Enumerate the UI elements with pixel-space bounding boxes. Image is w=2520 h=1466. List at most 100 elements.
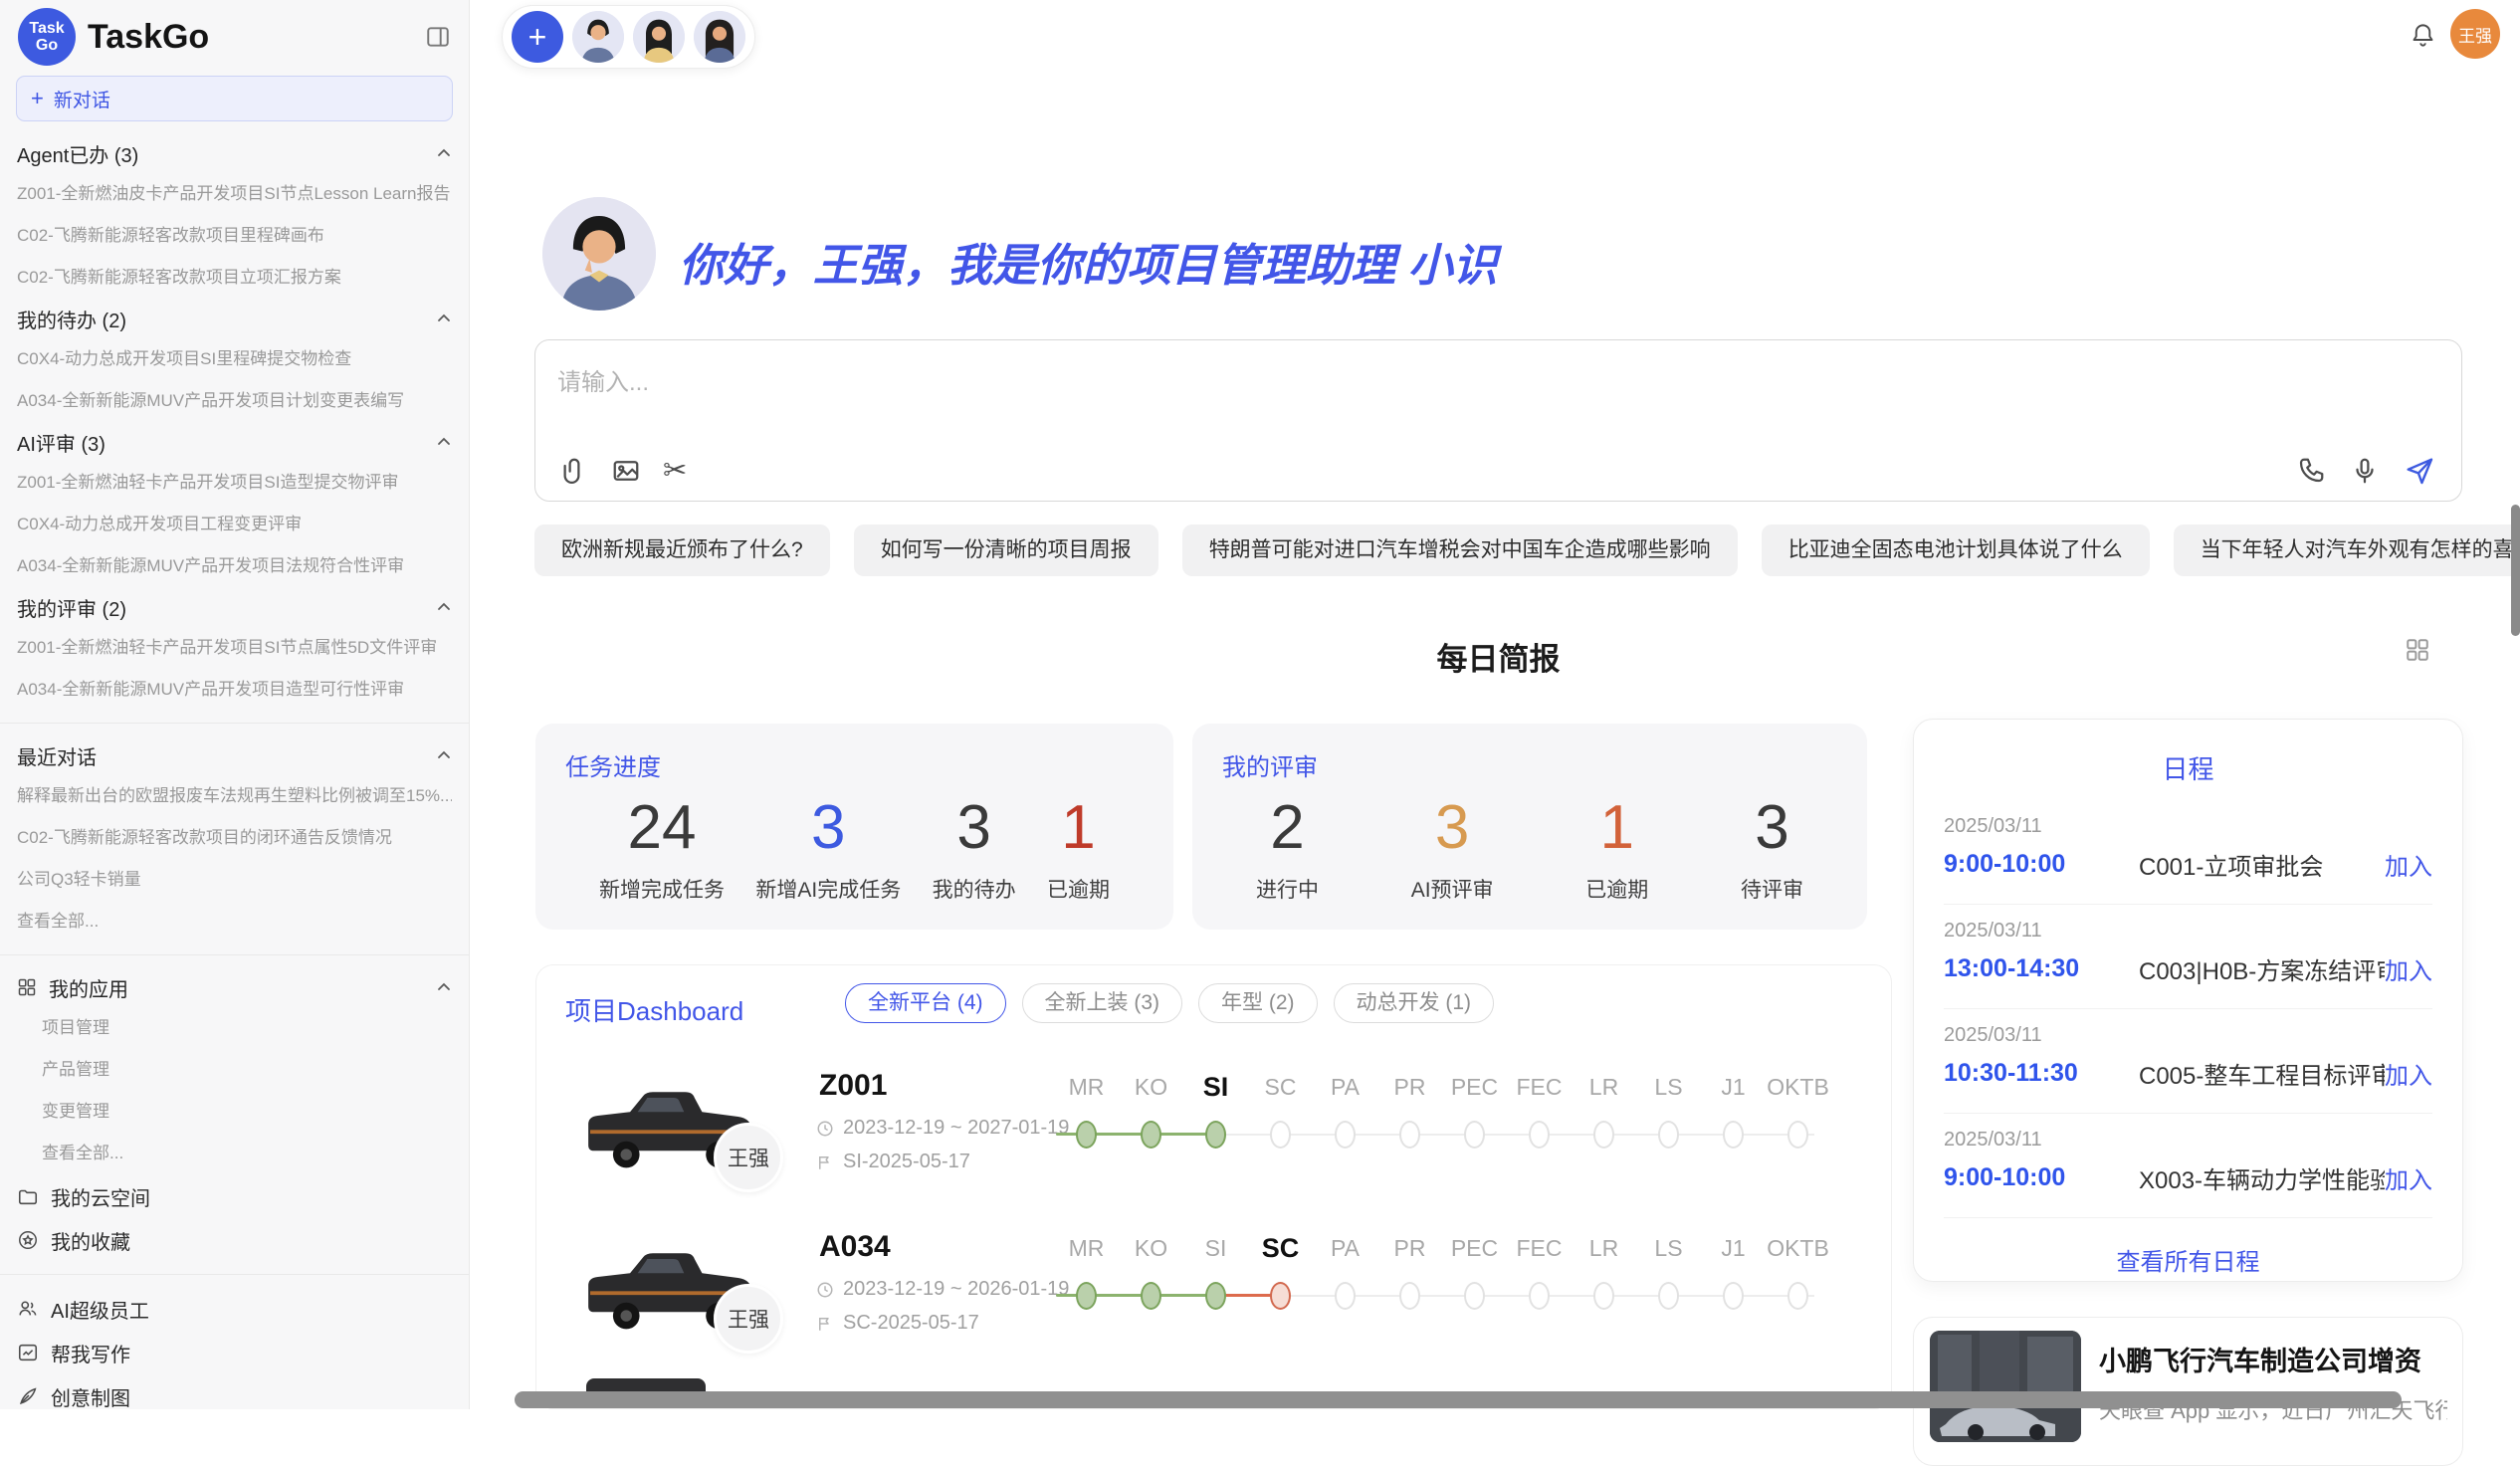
briefing-layout-icon[interactable]	[2405, 637, 2430, 663]
milestone-dot	[1313, 1109, 1377, 1160]
tab-new-platform[interactable]: 全新平台 (4)	[845, 983, 1006, 1023]
dashboard-tabs: 全新平台 (4) 全新上装 (3) 年型 (2) 动总开发 (1)	[845, 983, 1494, 1023]
suggestion-chip[interactable]: 如何写一份清晰的项目周报	[854, 524, 1158, 576]
suggestion-chip[interactable]: 当下年轻人对汽车外观有怎样的喜好趋势	[2174, 524, 2520, 576]
milestone-label: LR	[1572, 1074, 1636, 1101]
news-thumbnail	[1930, 1331, 2081, 1442]
view-all-schedule-link[interactable]: 查看所有日程	[1944, 1242, 2432, 1277]
agent-avatar-1[interactable]	[572, 11, 624, 63]
horizontal-scrollbar[interactable]	[515, 1391, 2402, 1408]
user-avatar[interactable]: 王强	[2450, 9, 2500, 59]
stat-label: 新增完成任务	[599, 874, 725, 904]
sidebar-item-project-mgmt[interactable]: 项目管理	[17, 1007, 452, 1049]
milestone-label: PR	[1377, 1235, 1442, 1262]
agent-avatar-3[interactable]	[694, 11, 745, 63]
project-row[interactable]: 王强 A034 2023-12-19 ~ 2026-01-19 SC-2025-…	[564, 1226, 1865, 1377]
conversation-item[interactable]: Z001-全新燃油皮卡产品开发项目SI节点Lesson Learn报告	[17, 173, 452, 215]
milestone-labels: MR KO SI SC PA PR PEC FEC LR LS J1 OKTB	[1054, 1226, 1830, 1270]
view-all-apps-link[interactable]: 查看全部...	[17, 1133, 452, 1174]
stat-value: 1	[1585, 792, 1648, 864]
conversation-item[interactable]: C0X4-动力总成开发项目工程变更评审	[17, 504, 452, 545]
collapse-sidebar-icon[interactable]	[425, 24, 451, 50]
join-link[interactable]: 加入	[2385, 1160, 2432, 1195]
suggestion-chip[interactable]: 比亚迪全固态电池计划具体说了什么	[1762, 524, 2150, 576]
date-range: 2023-12-19 ~ 2026-01-19	[843, 1278, 1069, 1301]
join-link[interactable]: 加入	[2385, 1056, 2432, 1091]
sidebar-item-product-mgmt[interactable]: 产品管理	[17, 1049, 452, 1091]
conversation-item[interactable]: C0X4-动力总成开发项目SI里程碑提交物检查	[17, 338, 452, 380]
link-label: 创意制图	[51, 1382, 130, 1411]
milestone-label: SC	[1248, 1074, 1313, 1101]
milestone-label: J1	[1701, 1074, 1766, 1101]
tab-model-year[interactable]: 年型 (2)	[1198, 983, 1318, 1023]
scissors-icon[interactable]: ✂	[663, 455, 687, 487]
milestone-dot	[1766, 1109, 1830, 1160]
chevron-up-icon[interactable]	[436, 747, 452, 763]
suggestion-chip[interactable]: 欧洲新规最近颁布了什么?	[534, 524, 830, 576]
conversation-item[interactable]: Z001-全新燃油轻卡产品开发项目SI造型提交物评审	[17, 462, 452, 504]
section-my-apps[interactable]: 我的应用	[17, 967, 452, 1007]
conversation-item[interactable]: 公司Q3轻卡销量	[17, 859, 452, 901]
stat-overdue: 1 已逾期	[1047, 792, 1110, 904]
milestone-label: PA	[1313, 1235, 1377, 1262]
chevron-up-icon[interactable]	[436, 979, 452, 995]
section-ai-review[interactable]: AI评审 (3)	[17, 422, 452, 462]
stat-label: 待评审	[1741, 874, 1803, 904]
chevron-up-icon[interactable]	[436, 145, 452, 161]
microphone-icon[interactable]	[2350, 456, 2380, 486]
chat-input[interactable]	[545, 350, 2162, 464]
chevron-up-icon[interactable]	[436, 599, 452, 615]
chat-input-card: ✂	[534, 339, 2462, 502]
conversation-item[interactable]: A034-全新新能源MUV产品开发项目法规符合性评审	[17, 545, 452, 587]
milestone-track: MR KO SI SC PA PR PEC FEC LR LS J1 OKTB	[1054, 1226, 1830, 1322]
section-agent-done[interactable]: Agent已办 (3)	[17, 133, 452, 173]
image-icon[interactable]	[611, 456, 641, 486]
join-link[interactable]: 加入	[2385, 847, 2432, 882]
stats-row: 2 进行中 3 AI预评审 1 已逾期 3 待评审	[1222, 792, 1837, 904]
sidebar-item-favorites[interactable]: 我的收藏	[17, 1218, 452, 1262]
conversation-item[interactable]: C02-飞腾新能源轻客改款项目里程碑画布	[17, 215, 452, 257]
view-all-chats-link[interactable]: 查看全部...	[17, 901, 452, 942]
conversation-item[interactable]: C02-飞腾新能源轻客改款项目立项汇报方案	[17, 257, 452, 299]
milestone-dot	[1572, 1270, 1636, 1322]
sidebar-item-cloud-space[interactable]: 我的云空间	[17, 1174, 452, 1218]
section-recent-chats[interactable]: 最近对话	[17, 735, 452, 775]
paperclip-icon[interactable]	[559, 456, 589, 486]
conversation-item[interactable]: Z001-全新燃油轻卡产品开发项目SI节点属性5D文件评审	[17, 627, 452, 669]
tab-new-upfit[interactable]: 全新上装 (3)	[1022, 983, 1183, 1023]
stat-label: 已逾期	[1047, 874, 1110, 904]
conversation-item[interactable]: 解释最新出台的欧盟报废车法规再生塑料比例被调至15%...	[17, 775, 452, 817]
milestone-dot	[1054, 1270, 1119, 1322]
add-agent-button[interactable]: +	[512, 11, 563, 63]
agent-avatar-2[interactable]	[633, 11, 685, 63]
event-time: 9:00-10:00	[1944, 850, 2139, 879]
conversation-item[interactable]: A034-全新新能源MUV产品开发项目造型可行性评审	[17, 669, 452, 711]
vertical-scrollbar[interactable]	[2511, 505, 2520, 636]
link-label: AI超级员工	[51, 1295, 149, 1324]
suggestion-chip[interactable]: 特朗普可能对进口汽车增税会对中国车企造成哪些影响	[1182, 524, 1738, 576]
conversation-item[interactable]: C02-飞腾新能源轻客改款项目的闭环通告反馈情况	[17, 817, 452, 859]
section-my-todo[interactable]: 我的待办 (2)	[17, 299, 452, 338]
milestone-dots-track	[1054, 1270, 1830, 1322]
send-icon[interactable]	[2404, 455, 2435, 487]
stat-label: 进行中	[1256, 874, 1319, 904]
join-link[interactable]: 加入	[2385, 951, 2432, 986]
section-my-review[interactable]: 我的评审 (2)	[17, 587, 452, 627]
new-chat-button[interactable]: + 新对话	[16, 76, 453, 121]
notifications-bell-icon[interactable]	[2410, 22, 2436, 49]
project-row[interactable]: 王强 Z001 2023-12-19 ~ 2027-01-19 SI-2025-…	[564, 1065, 1865, 1216]
chevron-up-icon[interactable]	[436, 311, 452, 326]
event-name: X003-车辆动力学性能验...	[2139, 1160, 2385, 1195]
assistant-avatar	[542, 197, 656, 311]
tab-powertrain-dev[interactable]: 动总开发 (1)	[1334, 983, 1495, 1023]
conversation-item[interactable]: A034-全新新能源MUV产品开发项目计划变更表编写	[17, 380, 452, 422]
sidebar-item-help-me-write[interactable]: 帮我写作	[17, 1331, 452, 1374]
sidebar-item-creative-draw[interactable]: 创意制图	[17, 1374, 452, 1418]
milestone-label: PEC	[1442, 1074, 1507, 1101]
sidebar-item-change-mgmt[interactable]: 变更管理	[17, 1091, 452, 1133]
stat-my-todo: 3 我的待办	[933, 792, 1016, 904]
stat-value: 3	[755, 792, 901, 864]
chevron-up-icon[interactable]	[436, 434, 452, 450]
phone-icon[interactable]	[2296, 456, 2326, 486]
sidebar-item-ai-super-staff[interactable]: AI超级员工	[17, 1287, 452, 1331]
